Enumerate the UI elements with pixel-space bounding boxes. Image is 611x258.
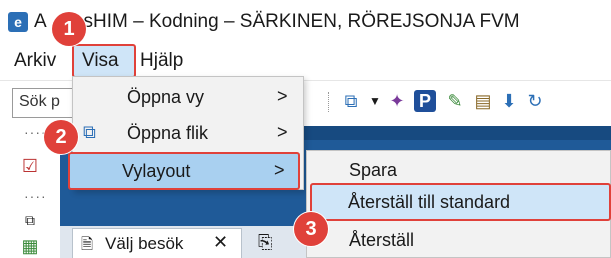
step-callout-3: 3 [294,212,328,246]
window-icon[interactable]: ⧉ [18,208,42,232]
tools-icon[interactable]: ✦ [386,90,408,112]
window-title-prefix: A [34,11,47,32]
step-callout-1: 1 [52,12,86,46]
menu-item-label: Återställ [349,230,415,250]
refresh-icon[interactable]: ↻ [524,90,546,112]
form-icon[interactable]: ▤ [472,90,494,112]
step-callout-2: 2 [44,120,78,154]
app-icon: e [8,12,28,32]
menu-item-label: Återställ till standard [348,192,511,212]
chevron-right-icon: > [274,160,285,180]
menu-item-oppna-flik[interactable]: ⧉ Öppna flik > [73,115,303,151]
p-icon[interactable]: P [414,90,436,112]
menu-item-aterstall-till-standard[interactable]: Återställ till standard [310,183,611,221]
menu-item-vylayout[interactable]: Vylayout > [68,152,300,190]
layout-icon[interactable]: ⧉ [340,90,362,112]
chevron-right-icon: > [277,122,288,142]
drag-handle[interactable]: ···· [24,188,47,204]
title-bar: e A ssHIM – Kodning – SÄRKINEN, RÖREJSON… [0,0,611,40]
toolbar-separator [328,92,330,112]
visit-icon: 🗎 [81,236,94,253]
menu-item-label: Spara [349,160,398,180]
menu-visa-label: Visa [82,50,119,71]
grid-icon[interactable]: ▦ [18,234,42,258]
chevron-right-icon: > [277,86,288,106]
chevron-down-icon[interactable]: ▼ [364,90,386,112]
menu-item-label: Vylayout [122,161,191,181]
menu-item-oppna-vy[interactable]: Öppna vy > [73,79,303,115]
tab-extra-icon[interactable]: ⎘ [258,232,272,253]
tab-label: Välj besök [105,234,184,253]
menu-visa[interactable]: Visa [72,44,136,78]
tab-valj-besok[interactable]: 🗎 Välj besök ✕ [72,228,242,258]
menu-item-label: Öppna flik [127,123,209,143]
window-title: ssHIM – Kodning – SÄRKINEN, RÖREJSONJA F… [74,11,520,32]
close-icon[interactable]: ✕ [213,232,228,253]
book-icon[interactable]: ✎ [444,90,466,112]
menu-item-label: Öppna vy [127,87,205,107]
checklist-icon[interactable]: ☑ [18,154,42,178]
tabs-icon: ⧉ [83,122,96,142]
menu-item-aterstall[interactable]: Återställ [307,223,610,258]
menu-arkiv[interactable]: Arkiv [14,50,56,72]
content-banner-top [300,126,611,140]
arrow-down-icon[interactable]: ⬇ [498,90,520,112]
menu-hjalp[interactable]: Hjälp [140,50,183,72]
